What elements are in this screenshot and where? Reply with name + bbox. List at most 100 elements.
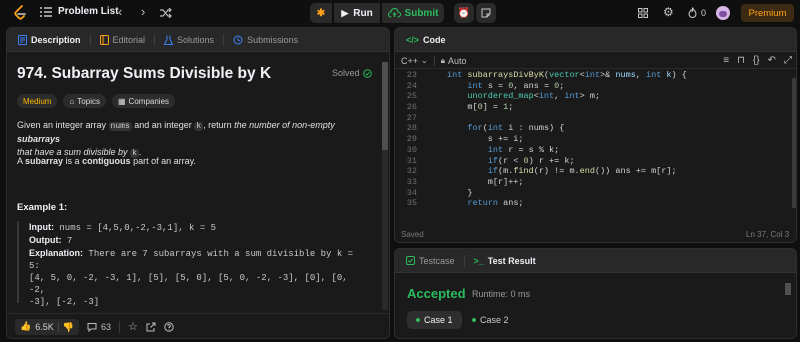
streak-counter[interactable]: 0 xyxy=(688,7,706,18)
code-line: 28 for(int i : nums) { xyxy=(395,123,796,134)
pass-dot xyxy=(472,318,476,322)
cursor-position: Ln 37, Col 3 xyxy=(746,230,790,239)
code-text: if(r < 0) r += k; xyxy=(487,155,575,166)
submit-button[interactable]: Submit xyxy=(382,3,444,23)
difficulty-badge[interactable]: Medium xyxy=(17,94,58,108)
subarray-link[interactable]: subarrays xyxy=(17,134,60,144)
code-text: s += i; xyxy=(447,134,524,145)
test-scrollbar[interactable] xyxy=(785,283,791,295)
run-toolbar: ✱ ▶ Run Submit ⏰ xyxy=(310,3,496,23)
explanation-text: -3], [-2, -3] xyxy=(29,297,100,307)
gear-icon[interactable]: ⚙ xyxy=(663,5,674,19)
code-text: for(int i : nums) { xyxy=(467,123,565,134)
chevron-down-icon[interactable]: ⌄ xyxy=(421,56,428,65)
line-number: 28 xyxy=(406,123,417,134)
line-number: 35 xyxy=(406,198,417,209)
shuffle-icon[interactable] xyxy=(160,8,172,18)
description-scrollbar[interactable] xyxy=(382,62,388,310)
mode-label[interactable]: Auto xyxy=(448,56,467,66)
inline-code: nums xyxy=(108,122,132,131)
topics-chip[interactable]: ⌂ Topics xyxy=(63,94,106,108)
tab-testcase[interactable]: Testcase xyxy=(401,249,460,273)
tab-solutions[interactable]: Solutions xyxy=(159,28,219,52)
undo-icon[interactable]: ↶ xyxy=(768,55,776,66)
comment-count: 63 xyxy=(100,321,111,332)
share-icon[interactable] xyxy=(146,322,156,332)
explanation-text: [4, 5, 0, -2, -3, 1], [5], [5, 0], [5, 0… xyxy=(29,273,348,295)
code-scrollbar[interactable] xyxy=(792,78,796,208)
avatar[interactable] xyxy=(716,6,730,20)
code-header: </> Code xyxy=(395,28,796,52)
tab-test-result[interactable]: >_ Test Result xyxy=(469,249,541,273)
test-panel: Testcase >_ Test Result Accepted Runtime… xyxy=(394,248,797,339)
verdict: Accepted xyxy=(407,286,466,301)
leetcode-logo-icon[interactable] xyxy=(13,5,27,21)
run-label: Run xyxy=(353,7,373,19)
like-dislike-group: 👍 6.5K 👍 xyxy=(15,318,79,335)
debug-button[interactable]: ✱ xyxy=(310,3,332,23)
problem-title[interactable]: 974. Subarray Sums Divisible by K xyxy=(17,65,271,83)
timer-button[interactable]: ⏰ xyxy=(454,3,474,23)
scrollbar-thumb[interactable] xyxy=(382,62,388,150)
code-text: int s = 0, ans = 0; xyxy=(467,80,565,91)
fire-icon xyxy=(688,7,697,18)
tab-solutions-label: Solutions xyxy=(177,34,215,45)
test-tabs: Testcase >_ Test Result xyxy=(395,249,796,273)
tag-chips: Medium ⌂ Topics ▦ Companies xyxy=(17,94,176,108)
problem-list-label: Problem List xyxy=(58,6,119,17)
flask-icon xyxy=(164,35,174,45)
line-number: 26 xyxy=(406,102,417,113)
tab-divider xyxy=(223,33,225,46)
align-icon[interactable]: ≡ xyxy=(723,55,729,66)
code-line: 23 int subarraysDivByK(vector<int>& nums,… xyxy=(395,70,796,81)
code-text: } xyxy=(447,187,473,198)
code-line: 33 m[r]++; xyxy=(395,176,796,188)
tab-editorial[interactable]: Editorial xyxy=(95,28,151,52)
chevron-left-icon[interactable]: ‹ xyxy=(118,4,122,19)
code-text: m[r]++; xyxy=(447,176,524,187)
help-icon[interactable] xyxy=(164,321,174,332)
code-line: 25 unordered_map<int, int> m; xyxy=(395,91,796,102)
grid-icon[interactable] xyxy=(638,8,648,18)
code-editor[interactable]: 23 int subarraysDivByK(vector<int>& nums,… xyxy=(395,70,796,220)
premium-button[interactable]: Premium xyxy=(741,4,794,22)
expand-icon[interactable]: ⤢ xyxy=(784,55,792,66)
problem-list-button[interactable]: Problem List xyxy=(40,6,119,17)
code-text: unordered_map<int, int> m; xyxy=(467,91,601,102)
comments-button[interactable]: 63 xyxy=(87,322,111,332)
code-text: int subarraysDivByK(vector<int>& nums, i… xyxy=(447,70,687,80)
language-select[interactable]: C++ xyxy=(401,56,418,66)
tab-description[interactable]: Description xyxy=(13,28,86,52)
list-icon xyxy=(40,6,52,17)
tab-divider xyxy=(89,33,91,46)
definition-text: contiguous xyxy=(82,156,131,166)
thumbs-down-icon[interactable]: 👍 xyxy=(63,321,74,332)
building-icon: ▦ xyxy=(117,96,126,106)
star-icon[interactable]: ☆ xyxy=(128,320,138,333)
run-button[interactable]: ▶ Run xyxy=(334,3,380,23)
explanation-label: Explanation: xyxy=(29,248,84,258)
output-value: 7 xyxy=(61,236,73,246)
bookmark-icon[interactable]: ⊓ xyxy=(737,55,745,66)
tab-divider xyxy=(154,33,156,46)
tab-code[interactable]: </> Code xyxy=(401,28,451,52)
notes-button[interactable] xyxy=(476,3,496,23)
case-1-tab[interactable]: Case 1 xyxy=(407,311,462,329)
output-label: Output: xyxy=(29,235,62,245)
tab-submissions-label: Submissions xyxy=(247,34,299,45)
companies-chip[interactable]: ▦ Companies xyxy=(111,94,176,108)
check-circle-icon xyxy=(362,68,372,78)
braces-icon[interactable]: {} xyxy=(753,55,760,66)
description-tabs: Description Editorial Solutions Submissi… xyxy=(7,28,389,52)
solved-status: Solved xyxy=(332,68,372,78)
submit-label: Submit xyxy=(404,7,439,19)
chevron-right-icon[interactable]: › xyxy=(141,4,145,19)
thumbs-up-icon[interactable]: 👍 xyxy=(20,321,31,332)
code-title: Code xyxy=(423,34,446,45)
case-2-tab[interactable]: Case 2 xyxy=(463,311,518,329)
tab-submissions[interactable]: Submissions xyxy=(228,28,303,52)
pass-dot xyxy=(416,318,420,322)
runtime: Runtime: 0 ms xyxy=(472,289,531,299)
case-2-label: Case 2 xyxy=(480,315,509,325)
line-number: 33 xyxy=(406,176,417,187)
